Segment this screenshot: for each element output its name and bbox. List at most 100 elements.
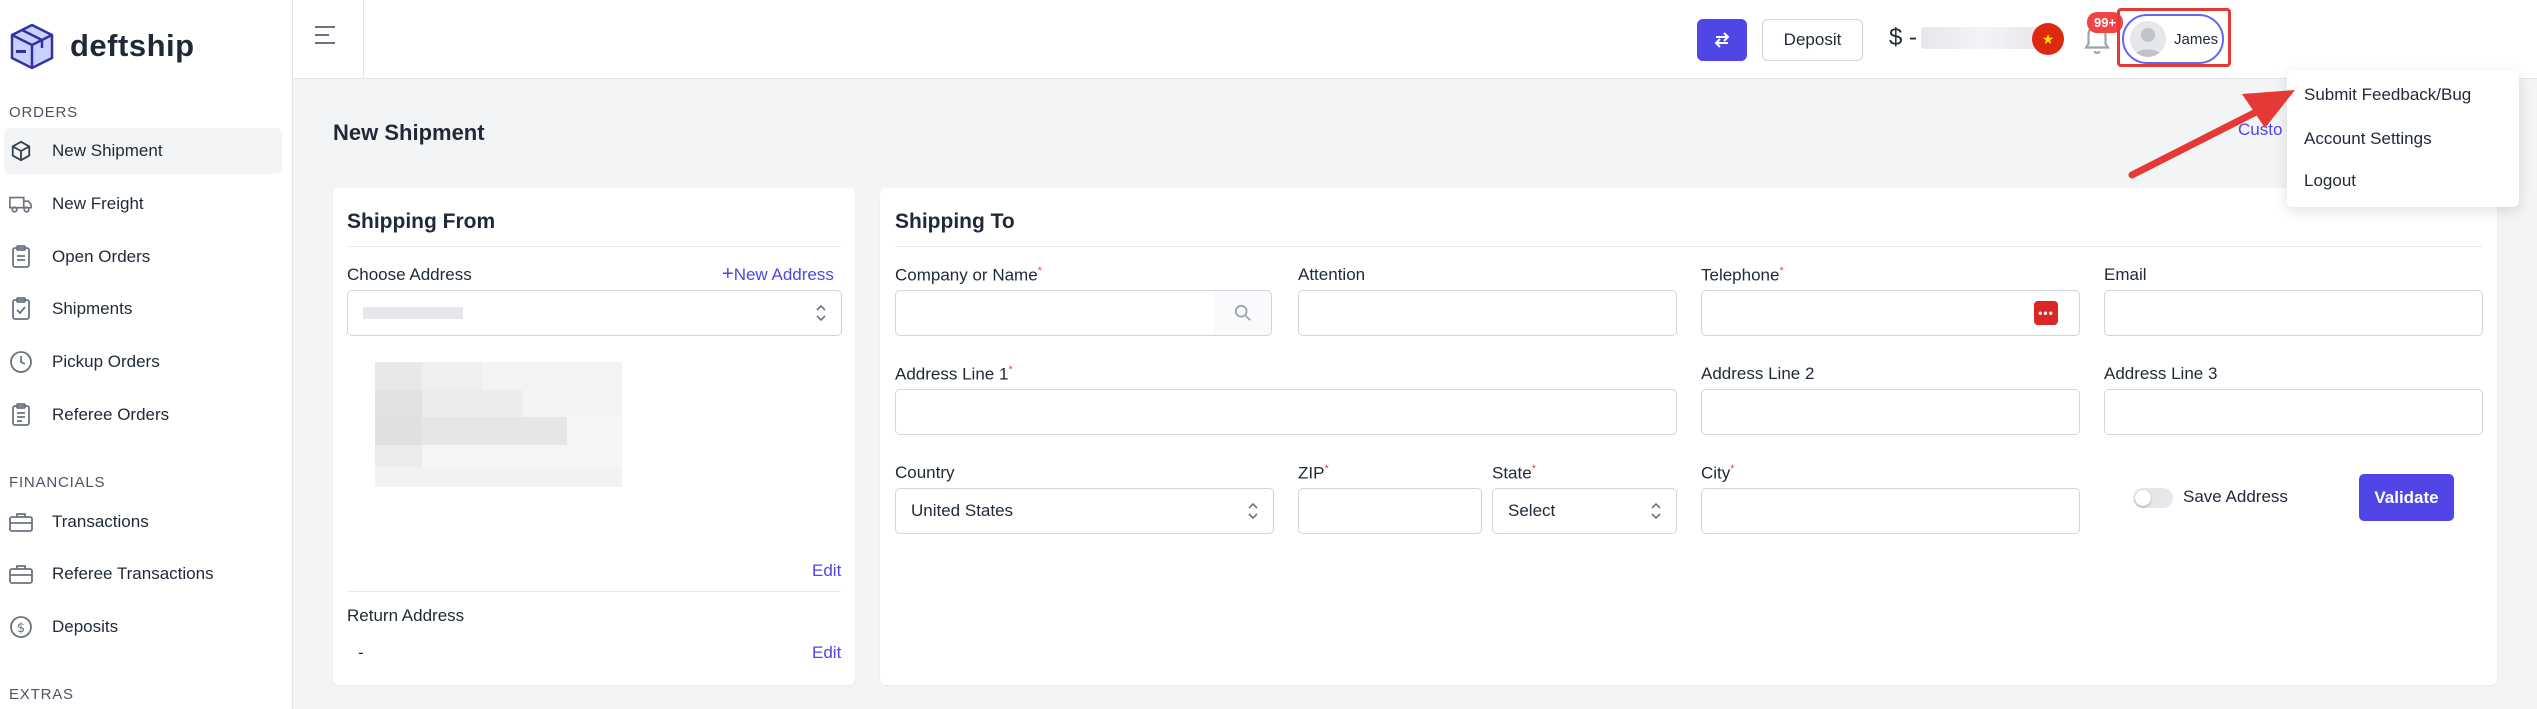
return-address-value: - — [358, 643, 364, 662]
city-input[interactable] — [1701, 488, 2080, 534]
shipping-from-title: Shipping From — [347, 210, 496, 233]
edit-return-address-link[interactable]: Edit — [812, 643, 841, 663]
telephone-label: Telephone* — [1701, 265, 1784, 285]
chevron-updown-icon — [1248, 502, 1258, 520]
sidebar-item-label: New Shipment — [52, 141, 163, 160]
new-address-label: New Address — [733, 265, 834, 284]
chevron-updown-icon — [816, 304, 826, 322]
address-line-3-input[interactable] — [2104, 389, 2483, 435]
menu-toggle-icon[interactable] — [315, 26, 339, 50]
zip-input[interactable] — [1298, 488, 1482, 534]
company-search-button[interactable] — [1214, 290, 1272, 336]
save-address-label: Save Address — [2183, 487, 2288, 506]
company-name-label: Company or Name* — [895, 265, 1042, 285]
sidebar: deftship ORDERS New Shipment New Freight… — [0, 0, 293, 709]
page-title: New Shipment — [333, 120, 485, 145]
briefcase-icon — [8, 509, 34, 535]
shipping-to-title: Shipping To — [895, 210, 1015, 233]
attention-input[interactable] — [1298, 290, 1677, 336]
clipboard-check-icon — [8, 296, 34, 322]
telephone-input[interactable] — [1701, 290, 2080, 336]
user-name: James — [2174, 30, 2219, 48]
brand-logo[interactable]: deftship — [8, 22, 195, 70]
state-value: Select — [1508, 501, 1556, 520]
user-menu-button[interactable]: James — [2122, 14, 2224, 64]
briefcase-icon — [8, 561, 34, 587]
return-address-label: Return Address — [347, 606, 465, 625]
sidebar-item-pickup-orders[interactable]: Pickup Orders — [4, 339, 282, 385]
section-label-financials: FINANCIALS — [9, 474, 106, 491]
sidebar-item-new-freight[interactable]: New Freight — [4, 181, 282, 227]
sidebar-item-open-orders[interactable]: Open Orders — [4, 234, 282, 280]
sidebar-item-label: Open Orders — [52, 247, 151, 266]
cube-icon — [8, 138, 34, 164]
sidebar-item-label: Transactions — [52, 512, 149, 531]
deposit-button[interactable]: Deposit — [1762, 19, 1863, 61]
validate-button[interactable]: Validate — [2359, 474, 2454, 521]
address-line-1-input[interactable] — [895, 389, 1677, 435]
email-label: Email — [2104, 265, 2147, 284]
edit-address-link[interactable]: Edit — [812, 561, 841, 581]
clipboard-icon — [8, 244, 34, 270]
address-line-2-label: Address Line 2 — [1701, 364, 1815, 383]
divider — [347, 591, 841, 592]
toggle-knob — [2135, 490, 2151, 506]
sidebar-item-label: Pickup Orders — [52, 352, 160, 371]
address-line-3-label: Address Line 3 — [2104, 364, 2218, 383]
email-input[interactable] — [2104, 290, 2483, 336]
clock-icon — [8, 349, 34, 375]
avatar — [2130, 21, 2166, 57]
country-select[interactable]: United States — [895, 488, 1274, 534]
user-dropdown-menu: Submit Feedback/Bug Account Settings Log… — [2287, 70, 2519, 207]
save-address-toggle[interactable] — [2133, 488, 2173, 508]
brand-name: deftship — [70, 28, 195, 63]
topbar-divider — [363, 0, 364, 79]
address-redacted — [363, 307, 463, 319]
user-avatar-icon — [2134, 28, 2162, 57]
deftship-logo-icon — [10, 23, 54, 70]
choose-address-select[interactable] — [347, 290, 842, 336]
menu-item-submit-feedback[interactable]: Submit Feedback/Bug — [2304, 85, 2471, 105]
customs-link[interactable]: Custo — [2238, 120, 2282, 140]
zip-label: ZIP* — [1298, 463, 1329, 483]
phone-options-icon[interactable]: ••• — [2034, 301, 2058, 325]
sidebar-item-shipments[interactable]: Shipments — [4, 286, 282, 332]
dollar-circle-icon: $ — [8, 614, 34, 640]
search-icon — [1234, 304, 1251, 321]
sidebar-item-new-shipment[interactable]: New Shipment — [4, 128, 282, 174]
china-flag-icon[interactable]: ★ — [2032, 23, 2064, 55]
svg-text:$: $ — [17, 621, 25, 636]
swap-arrows-icon — [1714, 32, 1730, 48]
section-label-extras: EXTRAS — [9, 686, 74, 703]
state-select[interactable]: Select — [1492, 488, 1677, 534]
shipping-to-card — [880, 188, 2497, 685]
divider — [895, 246, 2482, 247]
address-line-1-label: Address Line 1* — [895, 364, 1013, 384]
company-name-input[interactable] — [895, 290, 1215, 336]
sidebar-item-label: Referee Transactions — [52, 564, 214, 583]
swap-button[interactable] — [1697, 19, 1747, 61]
notification-badge: 99+ — [2087, 12, 2124, 33]
choose-address-label: Choose Address — [347, 265, 472, 284]
divider — [347, 246, 841, 247]
truck-icon — [8, 191, 34, 217]
sidebar-item-deposits[interactable]: $ Deposits — [4, 604, 282, 650]
sidebar-item-referee-transactions[interactable]: Referee Transactions — [4, 551, 282, 597]
country-label: Country — [895, 463, 955, 482]
sidebar-item-transactions[interactable]: Transactions — [4, 499, 282, 545]
sidebar-item-referee-orders[interactable]: Referee Orders — [4, 392, 282, 438]
address-line-2-input[interactable] — [1701, 389, 2080, 435]
menu-item-account-settings[interactable]: Account Settings — [2304, 129, 2432, 149]
plus-icon: + — [722, 263, 734, 285]
state-label: State* — [1492, 463, 1536, 483]
chevron-updown-icon — [1651, 502, 1661, 520]
menu-item-logout[interactable]: Logout — [2304, 171, 2356, 191]
balance-redacted — [1921, 27, 2042, 49]
sidebar-item-label: Referee Orders — [52, 405, 170, 424]
section-label-orders: ORDERS — [9, 104, 78, 121]
account-balance: $ - — [1889, 24, 2042, 52]
city-label: City* — [1701, 463, 1735, 483]
balance-prefix: $ - — [1889, 24, 1918, 51]
country-value: United States — [911, 501, 1014, 520]
new-address-link[interactable]: +New Address — [722, 263, 834, 285]
